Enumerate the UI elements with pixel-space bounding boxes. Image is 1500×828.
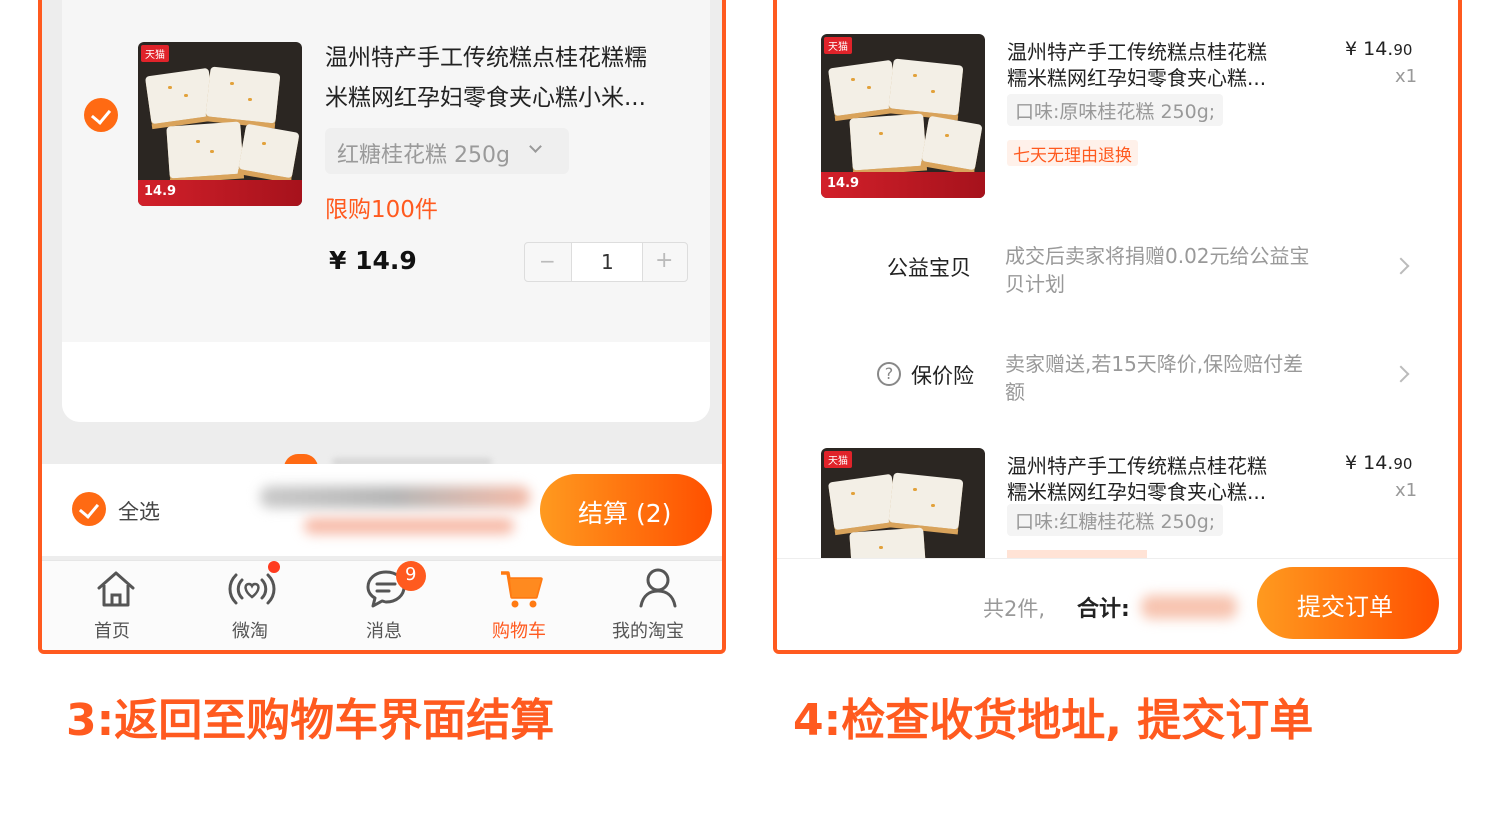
tmall-tag: 天猫	[824, 37, 852, 54]
order-item-qty: x1	[1395, 480, 1418, 501]
home-icon	[97, 571, 135, 607]
checkout-label: 结算 (2)	[578, 499, 672, 528]
charity-desc-line1: 成交后卖家将捐赠0.02元给公益宝	[1005, 244, 1310, 268]
tab-cart[interactable]: 购物车	[488, 561, 560, 649]
order-item-title-line2: 糯米糕网红孕妇零食夹心糕...	[1007, 480, 1267, 504]
chevron-right-icon	[1392, 365, 1410, 383]
order-item-price: ¥ 14.90	[1345, 452, 1413, 474]
submit-order-label: 提交订单	[1297, 593, 1393, 621]
charity-desc-line2: 贝计划	[1005, 272, 1065, 296]
blurred-discount	[304, 518, 514, 534]
product-title-line2[interactable]: 米糕网红孕妇零食夹心糕小米...	[325, 78, 646, 112]
order-item-title-line1: 温州特产手工传统糕点桂花糕	[1007, 40, 1267, 64]
sku-label: 红糖桂花糕 250g	[337, 143, 510, 168]
tab-message[interactable]: 9 消息	[356, 561, 426, 649]
insurance-label: 保价险	[911, 364, 974, 388]
chevron-right-icon	[1392, 257, 1410, 275]
message-badge: 9	[396, 561, 426, 591]
order-item-title-line1: 温州特产手工传统糕点桂花糕	[1007, 454, 1267, 478]
product-price: ¥ 14.9	[329, 246, 417, 275]
charity-label: 公益宝贝	[887, 256, 971, 280]
blurred-total	[260, 486, 530, 508]
submit-bar: 共2件, 合计: 提交订单	[777, 558, 1458, 650]
step3-caption: 3:返回至购物车界面结算	[66, 695, 555, 746]
cart-screen: 天猫 14.9 温州特产手工传统糕点桂花糕糯 米糕网红孕妇零食夹心糕小米... …	[38, 0, 726, 654]
thumb-price: 14.9	[144, 184, 177, 199]
insurance-desc-line2: 额	[1005, 380, 1025, 404]
user-icon	[639, 568, 677, 608]
order-item-flavor: 口味:红糖桂花糕 250g;	[1007, 504, 1224, 536]
order-item-flavor: 口味:原味桂花糕 250g;	[1007, 94, 1224, 126]
quantity-stepper[interactable]: − 1 +	[524, 242, 688, 282]
select-all-label[interactable]: 全选	[118, 496, 160, 526]
broadcast-icon	[228, 573, 276, 605]
tab-weitao-label: 微淘	[232, 621, 268, 642]
tmall-tag: 天猫	[141, 45, 169, 62]
checkout-bar: 全选 结算 (2)	[42, 464, 722, 556]
thumb-price: 14.9	[827, 176, 860, 191]
item-checkbox[interactable]	[84, 98, 118, 132]
order-item-title-line2: 糯米糕网红孕妇零食夹心糕...	[1007, 66, 1267, 90]
quantity-value[interactable]: 1	[601, 250, 614, 274]
order-confirm-screen: 天猫 14.9 温州特产手工传统糕点桂花糕 糯米糕网红孕妇零食夹心糕... ¥ …	[773, 0, 1462, 654]
tab-weitao[interactable]: 微淘	[218, 561, 286, 649]
order-item-qty: x1	[1395, 66, 1418, 87]
tab-mytaobao-label: 我的淘宝	[612, 621, 684, 642]
tab-bar: 首页 微淘 9 消息 购物车 我的淘宝	[42, 560, 722, 650]
message-badge-count: 9	[405, 564, 417, 585]
chevron-down-icon	[529, 140, 542, 153]
order-item-2: 天猫 温州特产手工传统糕点桂花糕 糯米糕网红孕妇零食夹心糕... ¥ 14.90…	[777, 442, 1458, 558]
product-title-line1[interactable]: 温州特产手工传统糕点桂花糕糯	[325, 38, 647, 72]
tab-home-label: 首页	[94, 621, 130, 642]
charity-row[interactable]: 公益宝贝 成交后卖家将捐赠0.02元给公益宝 贝计划	[777, 232, 1458, 312]
blurred-total-amount	[1141, 595, 1237, 619]
order-item-thumbnail[interactable]: 天猫	[821, 448, 985, 558]
help-icon[interactable]: ?	[877, 362, 901, 386]
insurance-desc-line1: 卖家赠送,若15天降价,保险赔付差	[1005, 352, 1304, 376]
weitao-dot	[268, 561, 280, 573]
order-item-price: ¥ 14.90	[1345, 38, 1413, 60]
insurance-row[interactable]: ? 保价险 卖家赠送,若15天降价,保险赔付差 额	[777, 340, 1458, 420]
plus-button[interactable]: +	[655, 248, 673, 273]
step4-caption: 4:检查收货地址, 提交订单	[793, 695, 1314, 746]
cart-icon	[501, 571, 543, 608]
sku-selector[interactable]: 红糖桂花糕 250g	[325, 128, 569, 174]
minus-button[interactable]: −	[539, 249, 556, 273]
tab-cart-label: 购物车	[492, 621, 546, 642]
tab-message-label: 消息	[366, 621, 402, 642]
order-item-thumbnail[interactable]: 天猫 14.9	[821, 34, 985, 198]
item-count: 共2件,	[983, 597, 1046, 621]
purchase-limit: 限购100件	[325, 197, 438, 223]
product-thumbnail[interactable]: 天猫 14.9	[138, 42, 302, 206]
select-all-checkbox[interactable]	[72, 492, 106, 526]
total-label: 合计:	[1077, 597, 1130, 622]
return-policy-badge: 七天无理由退换	[1007, 140, 1138, 166]
submit-order-button[interactable]: 提交订单	[1257, 567, 1439, 639]
tmall-tag: 天猫	[824, 451, 852, 468]
tab-home[interactable]: 首页	[82, 561, 150, 649]
checkout-button[interactable]: 结算 (2)	[540, 474, 712, 546]
tab-mytaobao[interactable]: 我的淘宝	[612, 561, 708, 649]
